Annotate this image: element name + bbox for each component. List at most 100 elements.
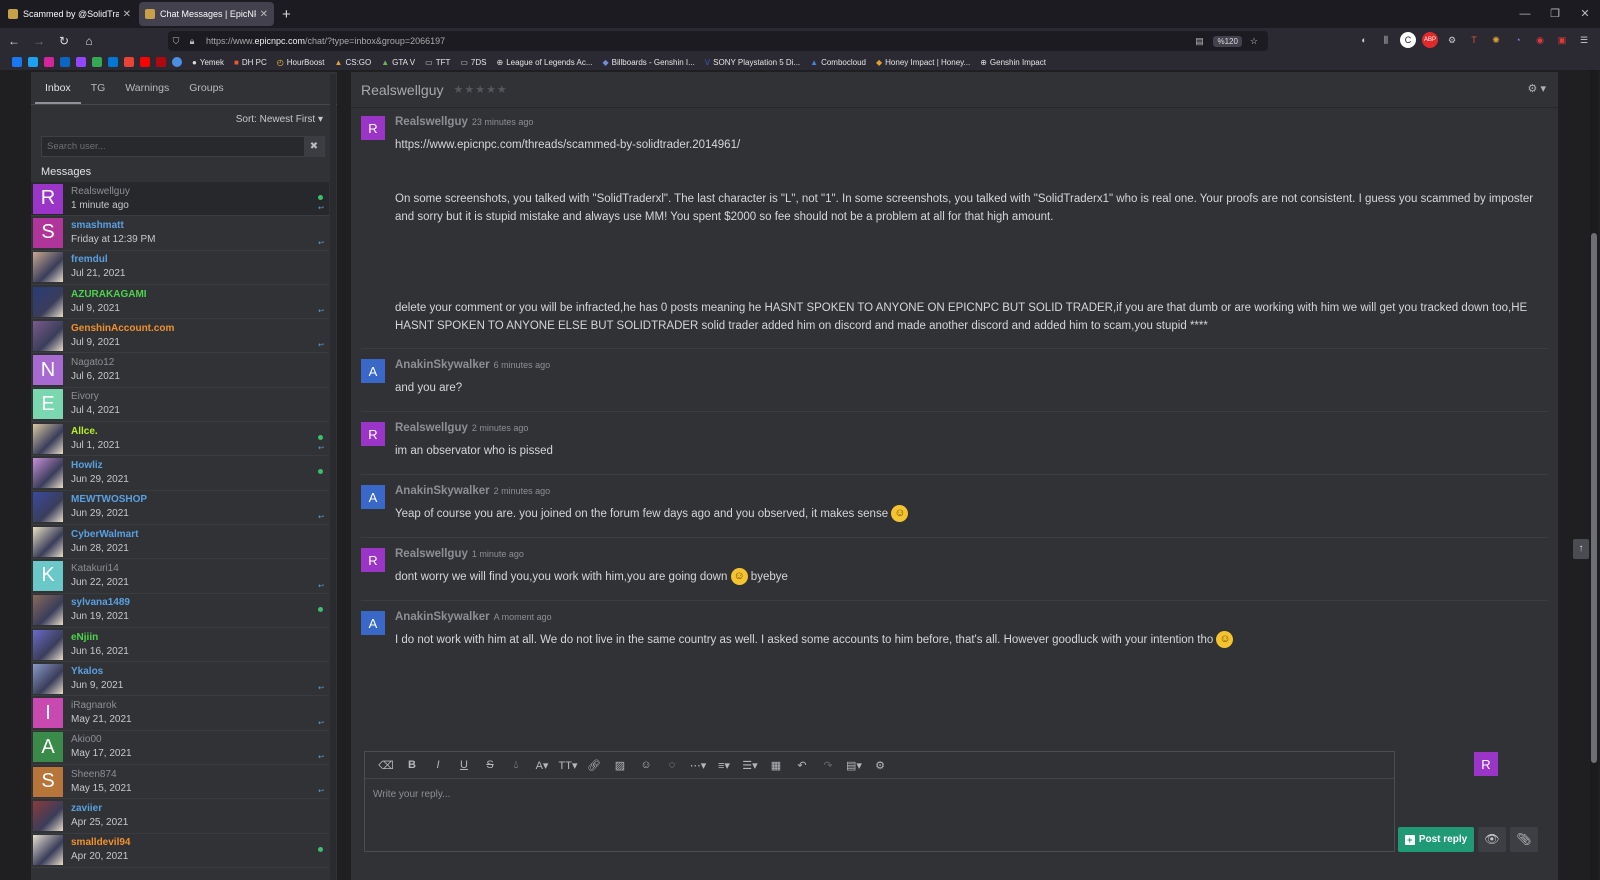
bookmark-item[interactable]: ● Yemek (192, 58, 224, 67)
bookmark-item[interactable]: ▭ TFT (425, 58, 450, 67)
conversation-item[interactable]: eNjiin Jun 16, 2021 (31, 628, 329, 663)
conversation-username[interactable]: Eivory (71, 390, 120, 404)
conversation-item[interactable]: S Sheen874 May 15, 2021 ↩ (31, 765, 329, 800)
conversation-avatar[interactable] (33, 320, 63, 351)
table-icon[interactable]: ▦ (763, 759, 789, 772)
close-tab-icon[interactable]: ✕ (260, 9, 268, 20)
text-color-icon[interactable]: 💧︎ (503, 759, 529, 772)
minimize-window-icon[interactable]: — (1510, 0, 1540, 28)
extension-c-icon[interactable]: C (1400, 32, 1416, 48)
close-tab-icon[interactable]: ✕ (123, 9, 131, 20)
more-options-icon[interactable]: ⋯▾ (685, 759, 711, 772)
extension-purple-icon[interactable]: ◔ (1510, 32, 1526, 48)
shield-icon[interactable]: ⛉ (168, 36, 184, 47)
conversation-username[interactable]: Realswellguy (71, 185, 130, 199)
clear-search-icon[interactable]: ✖ (304, 136, 324, 157)
netflix-icon[interactable] (156, 57, 166, 67)
bookmark-item[interactable]: ◆ Billboards - Genshin I... (602, 58, 694, 67)
twitter-icon[interactable] (28, 57, 38, 67)
bookmark-item[interactable]: ◆ Honey Impact | Honey... (876, 58, 970, 67)
undo-icon[interactable]: ↶ (789, 759, 815, 772)
instagram-icon[interactable] (44, 57, 54, 67)
conversation-username[interactable]: smalldevil94 (71, 836, 130, 850)
bookmark-item[interactable]: ■ DH PC (234, 58, 267, 67)
underline-icon[interactable]: U (451, 759, 477, 771)
chat-settings-gear-icon[interactable]: ⚙ ▾ (1528, 82, 1546, 95)
conversation-avatar[interactable]: N (33, 355, 63, 386)
conversation-username[interactable]: sylvana1489 (71, 596, 130, 610)
attach-file-icon[interactable]: 📎︎ (1510, 827, 1538, 852)
message-link[interactable]: https://www.epicnpc.com/threads/scammed-… (395, 136, 740, 154)
tab-groups[interactable]: Groups (179, 72, 233, 104)
conversation-item[interactable]: R Realswellguy 1 minute ago ↩ (31, 182, 329, 217)
conversation-item[interactable]: A Akio00 May 17, 2021 ↩ (31, 731, 329, 766)
sidebar-scrollbar[interactable] (330, 74, 336, 880)
bookmark-item[interactable]: ▭ 7DS (460, 58, 486, 67)
conversation-username[interactable]: Howliz (71, 459, 129, 473)
conversation-username[interactable]: AZURAKAGAMI (71, 288, 147, 302)
library-icon[interactable]: ⫼ (1378, 32, 1394, 48)
conversation-item[interactable]: GenshinAccount.com Jul 9, 2021 ↩ (31, 319, 329, 354)
youtube-icon[interactable] (140, 57, 150, 67)
conversation-username[interactable]: fremdul (71, 253, 126, 267)
conversation-username[interactable]: smashmatt (71, 219, 155, 233)
strikethrough-icon[interactable]: S (477, 759, 503, 771)
conversation-username[interactable]: iRagnarok (71, 699, 132, 713)
conversation-item[interactable]: K Katakuri14 Jun 22, 2021 ↩ (31, 559, 329, 594)
facebook-icon[interactable] (12, 57, 22, 67)
conversation-item[interactable]: Howliz Jun 29, 2021 (31, 456, 329, 491)
author-avatar[interactable]: R (361, 116, 385, 140)
zoom-level-badge[interactable]: %120 (1213, 35, 1242, 47)
conversation-username[interactable]: CyberWalmart (71, 528, 138, 542)
conversation-username[interactable]: Ykalos (71, 665, 123, 679)
preview-eye-icon[interactable]: 👁︎ (1478, 827, 1506, 852)
conversation-item[interactable]: Ssmashmatt Friday at 12:39 PM ↩ (31, 216, 329, 251)
conversation-username[interactable]: Allce. (71, 425, 120, 439)
browser-icon[interactable] (172, 57, 182, 67)
scroll-to-top-icon[interactable]: ↑ (1573, 539, 1589, 559)
conversation-avatar[interactable] (33, 286, 63, 317)
spoiler-icon[interactable]: ◌ (659, 759, 685, 771)
conversation-avatar[interactable] (33, 835, 63, 866)
conversation-username[interactable]: Akio00 (71, 733, 132, 747)
lock-icon[interactable]: 🔒︎ (184, 36, 200, 47)
bookmark-item[interactable]: ⊕ Genshin Impact (980, 58, 1046, 67)
author-name[interactable]: Realswellguy (395, 548, 468, 560)
search-user-field[interactable]: Search user... ✖ (41, 136, 325, 157)
bold-icon[interactable]: B (399, 759, 425, 771)
align-icon[interactable]: ≡▾ (711, 759, 737, 772)
conversation-username[interactable]: Katakuri14 (71, 562, 129, 576)
editor-settings-gear-icon[interactable]: ⚙ (867, 759, 893, 772)
bookmark-item[interactable]: ▲ Combocloud (810, 58, 866, 67)
back-arrow-icon[interactable]: ← (3, 34, 25, 48)
page-scrollbar-thumb[interactable] (1591, 233, 1597, 763)
extension-t-icon[interactable]: T (1466, 32, 1482, 48)
conversation-item[interactable]: N Nagato12 Jul 6, 2021 (31, 353, 329, 388)
browser-tab-chat[interactable]: Chat Messages | EpicNPC Mark ✕ (139, 2, 274, 26)
conversation-avatar[interactable]: S (33, 766, 63, 797)
menu-icon[interactable]: ☰ (1576, 32, 1592, 48)
extension-icon[interactable]: ⚙ (1444, 32, 1460, 48)
author-avatar[interactable]: A (361, 359, 385, 383)
bookmark-item[interactable]: ▲ GTA V (381, 58, 415, 67)
post-reply-button[interactable]: + Post reply (1398, 827, 1474, 852)
conversation-avatar[interactable]: R (33, 183, 63, 214)
conversation-avatar[interactable]: S (33, 217, 63, 248)
smilie-icon[interactable]: ☺ (633, 759, 659, 771)
forward-arrow-icon[interactable]: → (28, 34, 50, 48)
conversation-avatar[interactable]: K (33, 560, 63, 591)
browser-tab-scammed[interactable]: Scammed by @SolidTrader | Epi ✕ (2, 2, 137, 26)
home-icon[interactable]: ⌂ (78, 34, 100, 48)
tab-tg[interactable]: TG (81, 72, 116, 104)
close-window-icon[interactable]: ✕ (1570, 0, 1600, 28)
author-avatar[interactable]: R (361, 548, 385, 572)
author-avatar[interactable]: A (361, 485, 385, 509)
conversation-username[interactable]: eNjiin (71, 631, 129, 645)
author-name[interactable]: Realswellguy (395, 116, 468, 128)
drafts-icon[interactable]: ▤▾ (841, 759, 867, 772)
conversation-username[interactable]: GenshinAccount.com (71, 322, 174, 336)
tab-inbox[interactable]: Inbox (35, 72, 81, 104)
conversation-item[interactable]: CyberWalmart Jun 28, 2021 (31, 525, 329, 560)
reload-icon[interactable]: ↻ (53, 34, 75, 48)
extension-star-icon[interactable]: ✺ (1488, 32, 1504, 48)
